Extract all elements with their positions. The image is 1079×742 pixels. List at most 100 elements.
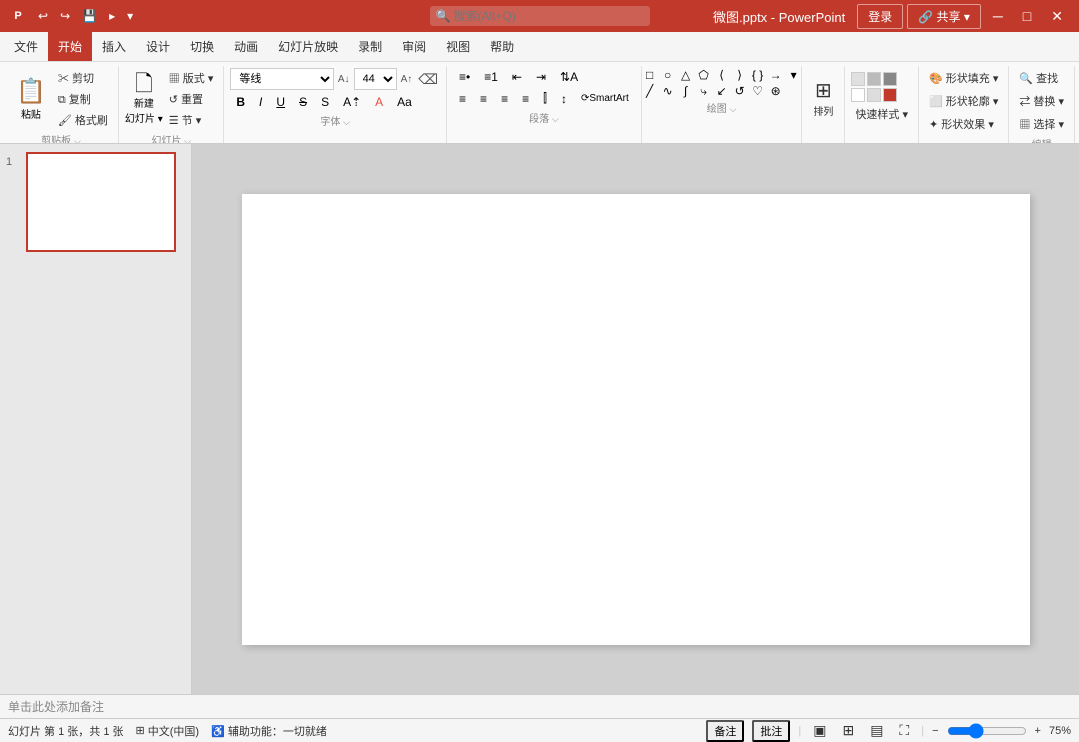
para-label: 段落 ⌵ xyxy=(453,110,635,125)
shadow-button[interactable]: S xyxy=(315,93,335,111)
cut-button[interactable]: ✂ 剪切 xyxy=(54,68,112,88)
font-family-select[interactable]: 等线 xyxy=(230,68,334,90)
justify-button[interactable]: ≡ xyxy=(516,90,535,108)
replace-button[interactable]: ⇄ 替换 ▾ xyxy=(1015,91,1068,111)
underline-button[interactable]: U xyxy=(270,93,291,111)
reset-button[interactable]: ↺ 重置 xyxy=(165,89,218,109)
shape-line[interactable]: ╱ xyxy=(642,84,658,98)
shapes-dropdown[interactable]: ▾ xyxy=(786,68,802,82)
decrease-indent-button[interactable]: ⇤ xyxy=(506,68,528,86)
share-button[interactable]: 🔗 共享 ▾ xyxy=(907,4,981,29)
shape-rect[interactable]: □ xyxy=(642,68,658,82)
style-swatch-1[interactable] xyxy=(851,72,865,86)
smartart-convert-button[interactable]: ⟳SmartArt xyxy=(575,91,635,106)
comments-toggle-button[interactable]: 批注 xyxy=(752,720,790,742)
shape-circle[interactable]: ○ xyxy=(660,68,676,82)
shape-chevron-left[interactable]: ⟨ xyxy=(714,68,730,82)
select-button[interactable]: ▦ 选择 ▾ xyxy=(1015,114,1068,134)
shape-curve[interactable]: ∿ xyxy=(660,84,676,98)
style-swatch-2[interactable] xyxy=(867,72,881,86)
bold-button[interactable]: B xyxy=(230,93,251,111)
style-swatch-6[interactable] xyxy=(883,88,897,102)
arrange-button[interactable]: ⊞ 排列 xyxy=(808,76,838,120)
shape-fill-button[interactable]: 🎨 形状填充 ▾ xyxy=(925,68,1002,88)
close-button[interactable]: ✕ xyxy=(1043,6,1071,27)
paste-button[interactable]: 📋 粘贴 xyxy=(10,75,52,123)
numbering-button[interactable]: ≡1 xyxy=(478,68,504,86)
increase-indent-button[interactable]: ⇥ xyxy=(530,68,552,86)
menu-home[interactable]: 开始 xyxy=(48,32,92,61)
slide-1-thumbnail[interactable] xyxy=(26,152,176,252)
save-button[interactable]: 💾 xyxy=(78,7,101,25)
menu-file[interactable]: 文件 xyxy=(4,32,48,61)
font-content: 等线 A↓ 44 A↑ ⌫ B I U S S A⇡ A Aa xyxy=(230,68,440,111)
align-left-button[interactable]: ≡ xyxy=(453,90,472,108)
layout-button[interactable]: ▦ 版式 ▾ xyxy=(165,68,218,88)
notes-bar[interactable]: 单击此处添加备注 xyxy=(0,694,1079,718)
shape-curved-arrow[interactable]: ↺ xyxy=(732,84,748,98)
redo-button[interactable]: ↪ xyxy=(56,7,74,25)
quickstyles-dropdown[interactable]: 快速样式 ▾ xyxy=(851,104,912,124)
shape-triangle[interactable]: △ xyxy=(678,68,694,82)
shape-arrow[interactable]: → xyxy=(768,68,784,82)
font-color-button[interactable]: A xyxy=(369,93,389,111)
shape-outline-button[interactable]: ⬜ 形状轮廓 ▾ xyxy=(925,91,1002,111)
bullets-button[interactable]: ≡• xyxy=(453,68,476,86)
menu-review[interactable]: 审阅 xyxy=(392,32,436,61)
style-swatch-3[interactable] xyxy=(883,72,897,86)
search-input[interactable] xyxy=(430,6,650,26)
view-slide-sort-button[interactable]: ⊞ xyxy=(838,721,858,740)
char-spacing-button[interactable]: A⇡ xyxy=(337,93,367,111)
shape-chevron-right[interactable]: ⟩ xyxy=(732,68,748,82)
zoom-slider[interactable] xyxy=(947,723,1027,739)
view-present-button[interactable]: ⛶ xyxy=(895,721,913,740)
align-right-button[interactable]: ≡ xyxy=(495,90,514,108)
maximize-button[interactable]: □ xyxy=(1015,6,1039,26)
change-case-button[interactable]: Aa xyxy=(391,93,418,111)
menu-design[interactable]: 设计 xyxy=(136,32,180,61)
undo-button[interactable]: ↩ xyxy=(34,7,52,25)
shape-brace[interactable]: { } xyxy=(750,68,766,82)
style-swatch-4[interactable] xyxy=(851,88,865,102)
view-reading-button[interactable]: ▤ xyxy=(866,721,887,740)
minimize-button[interactable]: ─ xyxy=(985,6,1011,26)
font-size-up-icon[interactable]: A↑ xyxy=(399,74,415,85)
shape-custom[interactable]: ⊛ xyxy=(768,84,784,98)
strikethrough-button[interactable]: S xyxy=(293,93,313,111)
new-slide-button[interactable]: 🗋 新建幻灯片 ▾ xyxy=(125,73,163,125)
line-spacing-button[interactable]: ↕ xyxy=(555,90,573,108)
clear-format-icon[interactable]: ⌫ xyxy=(416,71,440,88)
font-size-down-icon[interactable]: A↓ xyxy=(336,74,352,85)
slide-canvas[interactable] xyxy=(242,194,1030,645)
menu-help[interactable]: 帮助 xyxy=(480,32,524,61)
ribbon-group-quickstyles: 快速样式 ▾ xyxy=(845,66,919,143)
shape-elbow[interactable]: ↙ xyxy=(714,84,730,98)
section-button[interactable]: ☰ 节 ▾ xyxy=(165,110,218,130)
menu-view[interactable]: 视图 xyxy=(436,32,480,61)
shape-effects-button[interactable]: ✦ 形状效果 ▾ xyxy=(925,114,1002,134)
menu-animations[interactable]: 动画 xyxy=(224,32,268,61)
notes-toggle-button[interactable]: 备注 xyxy=(706,720,744,742)
shape-heart[interactable]: ♡ xyxy=(750,84,766,98)
login-button[interactable]: 登录 xyxy=(857,4,903,29)
shape-connector[interactable]: ⤷ xyxy=(696,84,712,98)
find-button[interactable]: 🔍 查找 xyxy=(1015,68,1068,88)
customize-quick-access[interactable]: ▾ xyxy=(123,7,137,25)
shape-pentagon[interactable]: ⬠ xyxy=(696,68,712,82)
copy-button[interactable]: ⧉ 复制 xyxy=(54,89,112,109)
format-painter-button[interactable]: 🖌 格式刷 xyxy=(54,110,112,130)
align-center-button[interactable]: ≡ xyxy=(474,90,493,108)
style-swatch-5[interactable] xyxy=(867,88,881,102)
columns-button[interactable]: ⫿ xyxy=(537,89,553,108)
shape-freeform[interactable]: ∫ xyxy=(678,84,694,98)
font-size-select[interactable]: 44 xyxy=(354,68,397,90)
menu-record[interactable]: 录制 xyxy=(348,32,392,61)
menu-insert[interactable]: 插入 xyxy=(92,32,136,61)
menu-slideshow[interactable]: 幻灯片放映 xyxy=(268,32,348,61)
present-button[interactable]: ▸ xyxy=(105,7,119,25)
text-direction-button[interactable]: ⇅A xyxy=(554,68,584,86)
view-normal-button[interactable]: ▣ xyxy=(809,721,830,740)
menu-transitions[interactable]: 切换 xyxy=(180,32,224,61)
language-indicator: ⊞ 中文(中国) xyxy=(136,723,200,739)
italic-button[interactable]: I xyxy=(253,93,268,111)
